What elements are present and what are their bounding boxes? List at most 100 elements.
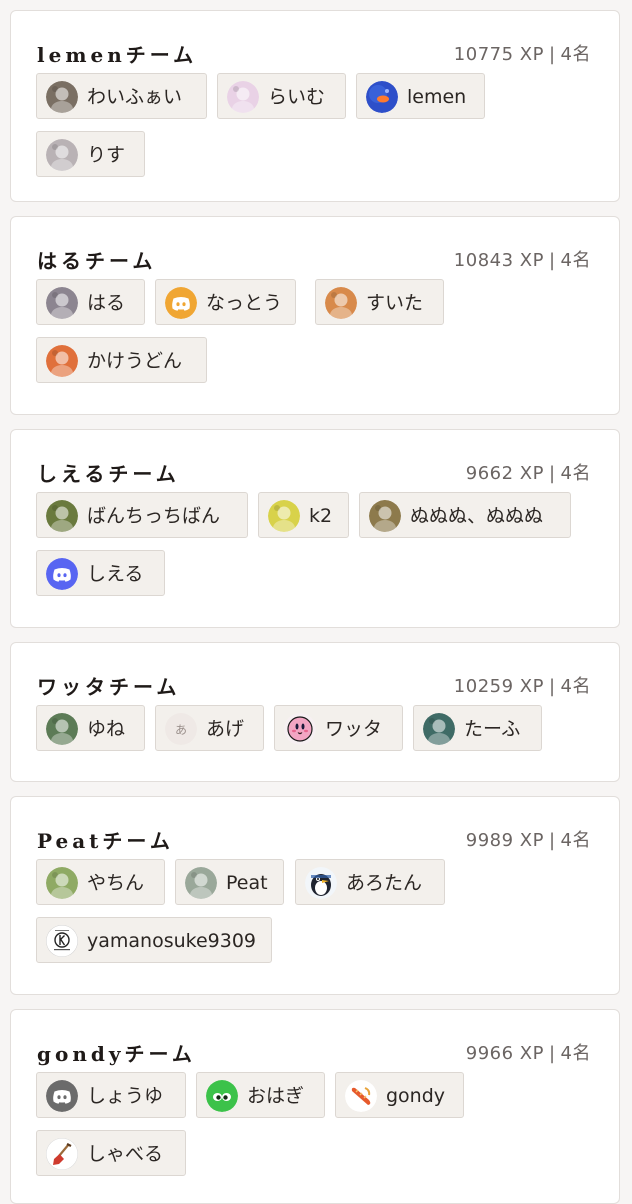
stats-divider: | <box>548 250 556 271</box>
anime-avatar-pink-icon <box>227 81 259 113</box>
team-name: lemenチーム <box>37 43 198 67</box>
team-xp: 10259 XP <box>453 676 544 697</box>
team-xp: 9662 XP <box>465 463 544 484</box>
shovel-avatar-icon <box>46 1138 78 1170</box>
member-chip[interactable]: k2 <box>258 492 349 538</box>
member-name: やちん <box>87 872 145 894</box>
member-name: Peat <box>226 872 268 894</box>
anime-avatar-white-icon <box>185 867 217 899</box>
member-chip[interactable]: かけうどん <box>36 337 207 383</box>
anime-avatar-green-icon <box>46 867 78 899</box>
member-name: lemen <box>407 86 467 108</box>
anime-avatar-squid-icon <box>46 345 78 377</box>
team-xp: 9989 XP <box>465 830 544 851</box>
team-name: Peatチーム <box>37 829 174 853</box>
team-member-count: 4名 <box>560 250 591 271</box>
member-chip[interactable]: たーふ <box>413 705 542 751</box>
member-chip[interactable]: しゃべる <box>36 1130 186 1176</box>
member-name: しえる <box>87 563 144 585</box>
team-header: はるチーム 10843 XP | 4名 <box>11 243 619 279</box>
team-name: gondyチーム <box>37 1042 196 1066</box>
team-member-count: 4名 <box>560 1043 591 1064</box>
photo-avatar-rock-icon <box>46 81 78 113</box>
member-chip[interactable]: しえる <box>36 550 165 596</box>
stats-divider: | <box>548 676 556 697</box>
team-header: ワッタチーム 10259 XP | 4名 <box>11 669 619 705</box>
team-member-count: 4名 <box>560 676 591 697</box>
member-chip[interactable]: lemen <box>356 73 485 119</box>
member-chip[interactable]: らいむ <box>217 73 346 119</box>
member-name: わいふぁい <box>87 86 183 108</box>
member-name: あろたん <box>346 872 423 894</box>
stats-divider: | <box>548 44 556 65</box>
team-member-count: 4名 <box>560 44 591 65</box>
team-card: Peatチーム 9989 XP | 4名 やちん Peat あろたん yamanosu… <box>10 796 620 995</box>
discord-icon <box>46 1080 78 1112</box>
team-header: しえるチーム 9662 XP | 4名 <box>11 456 619 492</box>
discord-icon <box>46 558 78 590</box>
member-chip[interactable]: おはぎ <box>196 1072 325 1118</box>
team-name: はるチーム <box>37 249 157 273</box>
team-header: Peatチーム 9989 XP | 4名 <box>11 823 619 859</box>
member-name: ぬぬぬ、ぬぬぬ <box>410 505 544 527</box>
member-name: りす <box>87 144 126 166</box>
team-stats: 9989 XP | 4名 <box>466 823 591 859</box>
member-chip[interactable]: りす <box>36 131 145 177</box>
member-chip[interactable]: yamanosuke9309 <box>36 917 272 963</box>
sausage-avatar-icon <box>345 1080 377 1112</box>
member-chip[interactable]: あろたん <box>295 859 445 905</box>
member-chip[interactable]: なっとう <box>155 279 296 325</box>
photo-avatar-landscape-icon <box>46 713 78 745</box>
team-member-count: 4名 <box>560 830 591 851</box>
member-name: すいた <box>366 292 424 314</box>
member-chip[interactable]: gondy <box>335 1072 464 1118</box>
member-chip[interactable]: すいた <box>315 279 444 325</box>
member-chip[interactable]: ワッタ <box>274 705 403 751</box>
member-chip[interactable]: ゆね <box>36 705 145 751</box>
member-name: ばんちっちばん <box>87 505 221 527</box>
member-name: ゆね <box>87 718 126 740</box>
team-header: lemenチーム 10775 XP | 4名 <box>11 37 619 73</box>
team-card: ワッタチーム 10259 XP | 4名 ゆね あ あげ ワッタ たーふ <box>10 642 620 782</box>
anime-avatar-gray-icon <box>46 139 78 171</box>
team-list: lemenチーム 10775 XP | 4名 わいふぁい らいむ lemen りす はる… <box>0 0 632 1204</box>
team-xp: 9966 XP <box>465 1043 544 1064</box>
member-name: らいむ <box>268 86 326 108</box>
member-chip[interactable]: やちん <box>36 859 165 905</box>
member-name: yamanosuke9309 <box>87 930 257 952</box>
member-name: なっとう <box>206 292 283 314</box>
team-stats: 10259 XP | 4名 <box>454 669 591 705</box>
member-name: gondy <box>386 1085 446 1107</box>
member-chip[interactable]: ばんちっちばん <box>36 492 248 538</box>
member-name: ワッタ <box>325 718 383 740</box>
anime-avatar-bird-icon <box>46 500 78 532</box>
stats-divider: | <box>548 1043 556 1064</box>
team-stats: 10775 XP | 4名 <box>454 37 591 73</box>
team-name: しえるチーム <box>37 462 180 486</box>
team-card: lemenチーム 10775 XP | 4名 わいふぁい らいむ lemen りす <box>10 10 620 202</box>
member-chip[interactable]: ぬぬぬ、ぬぬぬ <box>359 492 571 538</box>
member-chip[interactable]: しょうゆ <box>36 1072 186 1118</box>
stats-divider: | <box>548 830 556 851</box>
team-stats: 9662 XP | 4名 <box>466 456 591 492</box>
member-name: しゃべる <box>87 1143 164 1165</box>
member-name: k2 <box>309 505 333 527</box>
anime-avatar-teal-icon <box>423 713 455 745</box>
anime-avatar-orange-icon <box>325 287 357 319</box>
photo-avatar-dogs-icon <box>369 500 401 532</box>
team-name: ワッタチーム <box>37 675 181 699</box>
member-chip[interactable]: わいふぁい <box>36 73 207 119</box>
team-xp: 10775 XP <box>453 44 544 65</box>
letter-avatar-icon: あ <box>165 713 197 745</box>
emblem-avatar-icon <box>46 925 78 957</box>
discord-icon <box>165 287 197 319</box>
member-chip[interactable]: はる <box>36 279 145 325</box>
member-name: はる <box>87 292 126 314</box>
member-chip[interactable]: あ あげ <box>155 705 264 751</box>
team-card: gondyチーム 9966 XP | 4名 しょうゆ おはぎ gondy しゃべる <box>10 1009 620 1204</box>
team-stats: 9966 XP | 4名 <box>466 1036 591 1072</box>
squid-eyes-avatar-icon <box>206 1080 238 1112</box>
member-chip[interactable]: Peat <box>175 859 284 905</box>
member-name: おはぎ <box>247 1085 305 1107</box>
team-member-count: 4名 <box>560 463 591 484</box>
